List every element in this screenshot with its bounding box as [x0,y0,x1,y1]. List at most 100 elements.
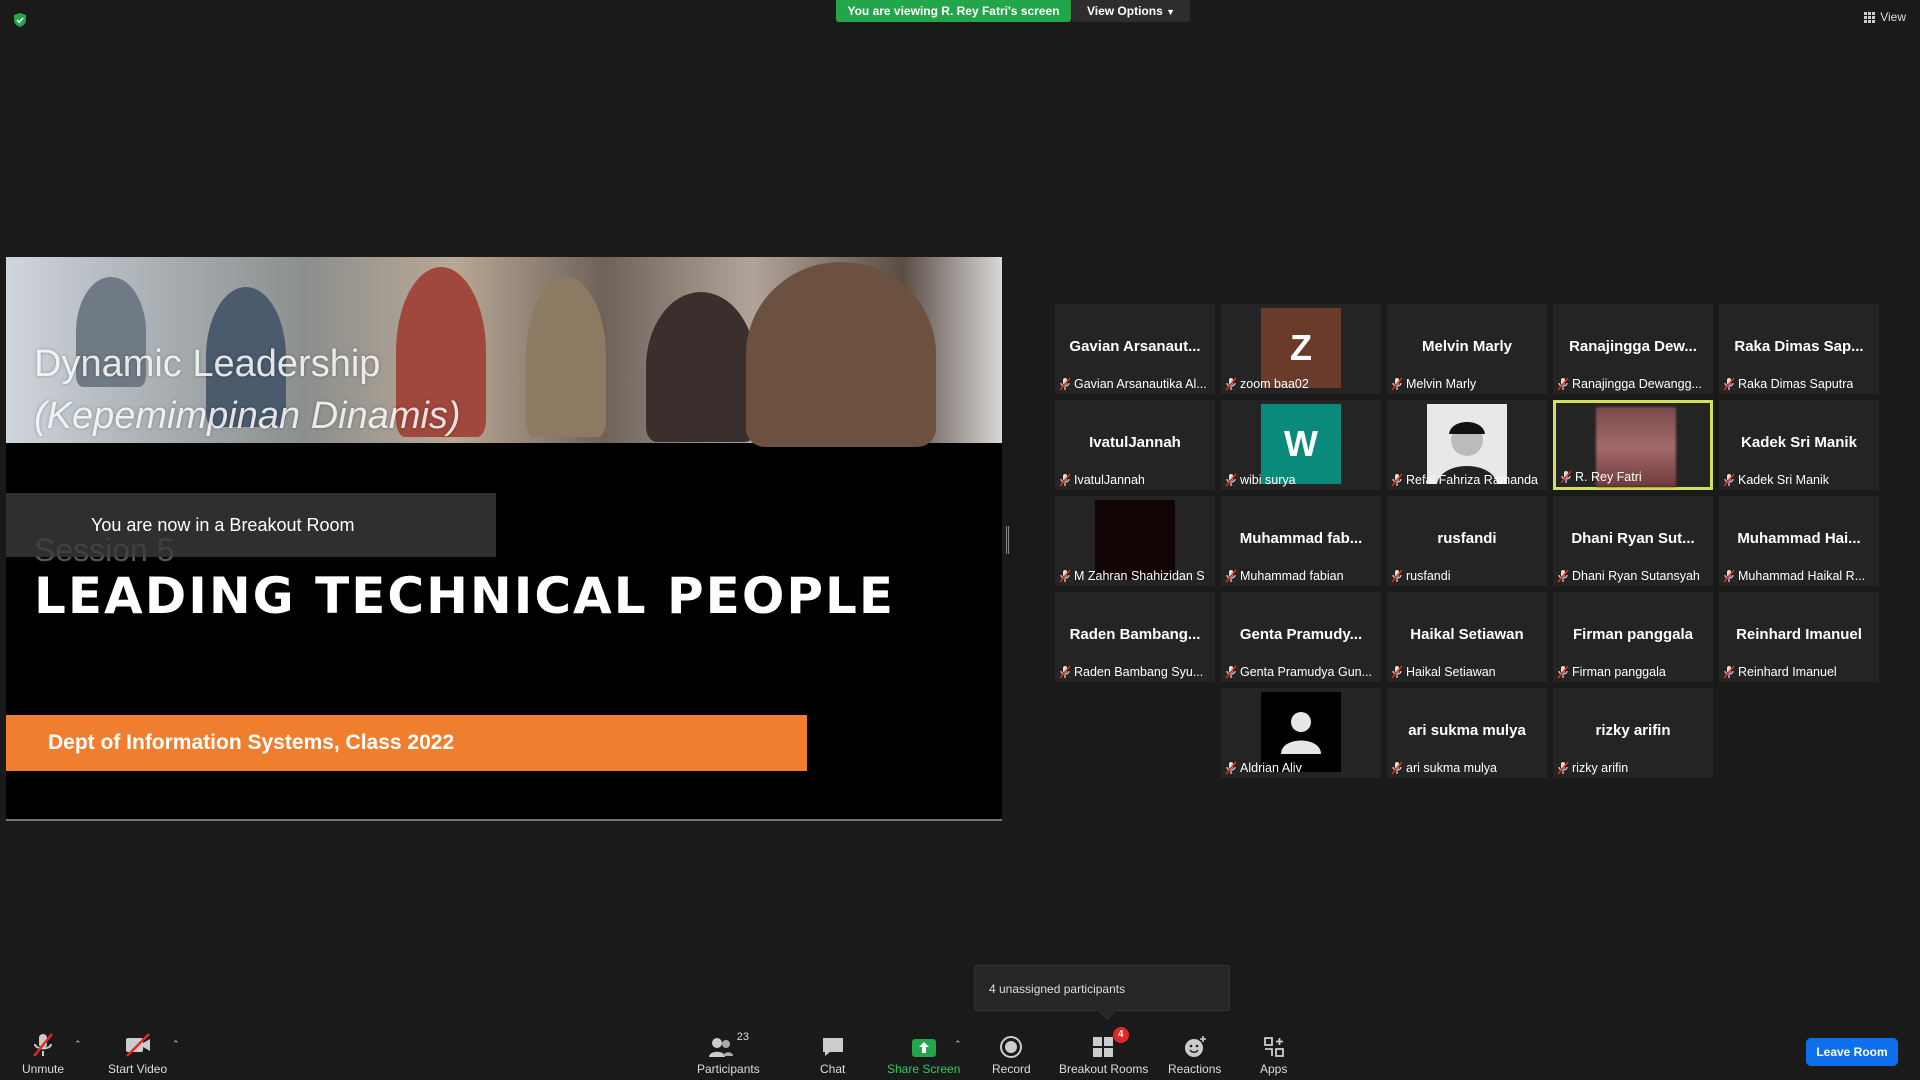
participant-name: Muhammad fabian [1240,569,1344,583]
person-icon [1281,712,1321,754]
slide-title: Dynamic Leadership [34,343,381,385]
muted-mic-icon [1557,377,1569,391]
participant-tile[interactable]: Raka Dimas Sap... Raka Dimas Saputra [1719,304,1879,394]
participant-display-name: Muhammad fab... [1239,530,1363,547]
participant-tile[interactable]: Firman panggala Firman panggala [1553,592,1713,682]
share-options-caret[interactable]: ⌃ [954,1039,962,1050]
chat-button[interactable]: Chat [820,1031,845,1076]
view-button[interactable]: View [1864,10,1906,24]
participant-tile[interactable]: Raden Bambang... Raden Bambang Syu... [1055,592,1215,682]
participant-name-label: Haikal Setiawan [1391,663,1496,681]
reactions-button[interactable]: Reactions [1168,1031,1221,1076]
participant-name: Gavian Arsanautika Al... [1074,377,1207,391]
participant-name: Aldrian Aliv [1240,761,1302,775]
zoom-meeting-window: You are viewing R. Rey Fatri's screen Vi… [0,0,1920,1080]
participant-tile[interactable]: Refal Fahriza Ramanda [1387,400,1547,490]
participant-tile[interactable]: Aldrian Aliv [1221,688,1381,778]
chevron-down-icon: ▼ [1166,7,1176,17]
participant-tile[interactable]: Reinhard Imanuel Reinhard Imanuel [1719,592,1879,682]
participants-label: Participants [697,1062,760,1076]
view-options-button[interactable]: View Options ▼ [1072,0,1190,22]
start-video-button[interactable]: Start Video [108,1031,167,1076]
apps-label: Apps [1260,1062,1288,1076]
participant-name-label: Raka Dimas Saputra [1723,375,1853,393]
slide-subtitle: (Kepemimpinan Dinamis) [34,395,461,437]
muted-mic-icon [1560,470,1572,484]
participant-tile[interactable]: R. Rey Fatri [1553,400,1713,490]
start-video-label: Start Video [108,1062,168,1076]
breakout-badge: 4 [1112,1027,1129,1043]
participant-tile[interactable]: Gavian Arsanaut... Gavian Arsanautika Al.… [1055,304,1215,394]
participant-name-label: Aldrian Aliv [1225,759,1302,777]
participant-name: Raka Dimas Saputra [1738,377,1854,391]
participant-name: M Zahran Shahizidan S [1074,569,1205,583]
breakout-rooms-button[interactable]: 4 Breakout Rooms [1059,1027,1148,1076]
video-off-icon [125,1033,150,1057]
participant-name: Haikal Setiawan [1406,665,1496,679]
meeting-toolbar: Unmute ⌃ Start Video ⌃ 23 Participants C… [0,1025,1920,1080]
participant-name-label: Genta Pramudya Gun... [1225,663,1372,681]
muted-mic-icon [1225,473,1237,487]
viewing-screen-banner: You are viewing R. Rey Fatri's screen [836,0,1071,22]
record-label: Record [992,1062,1031,1076]
participant-name-label: Refal Fahriza Ramanda [1391,471,1538,489]
participant-tile[interactable]: IvatulJannah IvatulJannah [1055,400,1215,490]
split-view-handle[interactable] [1006,526,1009,554]
participant-name-label: rizky arifin [1557,759,1628,777]
participant-tile[interactable]: Haikal Setiawan Haikal Setiawan [1387,592,1547,682]
muted-mic-icon [1225,377,1237,391]
participant-name: R. Rey Fatri [1575,470,1642,484]
unmute-button[interactable]: Unmute [22,1031,64,1076]
participant-tile[interactable]: rusfandi rusfandi [1387,496,1547,586]
participant-name: wibi surya [1240,473,1296,487]
share-screen-label: Share Screen [887,1062,961,1076]
participant-name-label: Gavian Arsanautika Al... [1059,375,1207,393]
participant-name: Ranajingga Dewangg... [1572,377,1702,391]
muted-mic-icon [1059,569,1071,583]
leave-room-button[interactable]: Leave Room [1806,1038,1898,1066]
participant-name-label: Raden Bambang Syu... [1059,663,1203,681]
participant-display-name: Dhani Ryan Sut... [1571,530,1695,547]
muted-mic-icon [1557,569,1569,583]
participant-tile[interactable]: Wwibi surya [1221,400,1381,490]
participant-tile[interactable]: ari sukma mulya ari sukma mulya [1387,688,1547,778]
shared-screen[interactable]: Dynamic Leadership (Kepemimpinan Dinamis… [6,257,1002,821]
participant-tile[interactable]: rizky arifin rizky arifin [1553,688,1713,778]
participant-name: rizky arifin [1572,761,1629,775]
muted-mic-icon [1225,569,1237,583]
participant-display-name: Genta Pramudy... [1239,626,1363,643]
participant-tile[interactable]: Muhammad fab... Muhammad fabian [1221,496,1381,586]
audio-options-caret[interactable]: ⌃ [74,1039,82,1050]
avatar-letter: Z [1290,327,1312,368]
participant-tile[interactable]: Zzoom baa02 [1221,304,1381,394]
record-button[interactable]: Record [992,1031,1031,1076]
participant-display-name: Gavian Arsanaut... [1069,338,1201,355]
participant-name-label: Dhani Ryan Sutansyah [1557,567,1700,585]
reactions-label: Reactions [1168,1062,1222,1076]
participant-tile[interactable]: Melvin Marly Melvin Marly [1387,304,1547,394]
muted-mic-icon [1391,569,1403,583]
participant-tile[interactable]: Genta Pramudy... Genta Pramudya Gun... [1221,592,1381,682]
muted-mic-icon [1059,377,1071,391]
participant-display-name: Kadek Sri Manik [1741,434,1857,451]
share-screen-button[interactable]: Share Screen [887,1031,960,1076]
video-options-caret[interactable]: ⌃ [172,1039,180,1050]
participant-tile[interactable]: Muhammad Hai... Muhammad Haikal R... [1719,496,1879,586]
participant-name-label: wibi surya [1225,471,1296,489]
participant-tile[interactable]: Dhani Ryan Sut... Dhani Ryan Sutansyah [1553,496,1713,586]
participant-name: Genta Pramudya Gun... [1240,665,1373,679]
participant-display-name: Raden Bambang... [1069,626,1201,643]
participant-tile[interactable]: Ranajingga Dew... Ranajingga Dewangg... [1553,304,1713,394]
participant-tile[interactable]: M Zahran Shahizidan S [1055,496,1215,586]
apps-button[interactable]: Apps [1260,1031,1287,1076]
encryption-shield-icon[interactable] [12,12,28,28]
muted-mic-icon [1723,569,1735,583]
participant-tile[interactable]: Kadek Sri Manik Kadek Sri Manik [1719,400,1879,490]
participant-name-label: Melvin Marly [1391,375,1476,393]
muted-mic-icon [1723,665,1735,679]
participant-name: zoom baa02 [1240,377,1309,391]
avatar-letter: W [1284,423,1318,464]
participants-button[interactable]: 23 Participants [697,1031,760,1076]
muted-mic-icon [1059,665,1071,679]
muted-mic-icon [1557,761,1569,775]
